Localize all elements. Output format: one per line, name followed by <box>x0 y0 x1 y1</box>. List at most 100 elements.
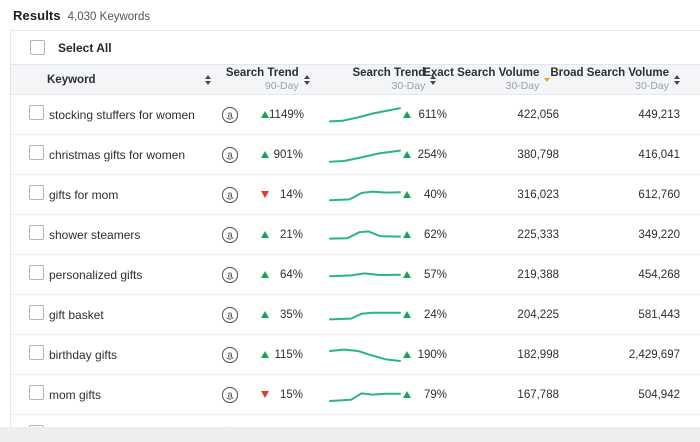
row-checkbox[interactable] <box>29 305 44 320</box>
row-checkbox-cell <box>11 265 49 285</box>
keyword-text: gifts for mom <box>49 188 118 202</box>
trend-arrow-icon <box>403 351 411 358</box>
column-header-search-trend-30[interactable]: Search Trend 30-Day <box>310 67 437 92</box>
column-sublabel: 90-Day <box>265 80 299 92</box>
column-header-keyword[interactable]: Keyword <box>11 74 211 86</box>
broad-search-volume-value: 449,213 <box>563 109 680 121</box>
search-trend-30-cell: 190% <box>399 349 451 361</box>
amazon-marketplace-icon[interactable]: a <box>207 146 253 164</box>
trend-sparkline <box>319 182 399 208</box>
column-header-search-trend-90[interactable]: Search Trend 90-Day <box>211 67 309 92</box>
row-checkbox[interactable] <box>29 385 44 400</box>
row-checkbox-cell <box>11 425 49 428</box>
trend-arrow-icon <box>261 111 269 118</box>
table-header-row: Keyword Search Trend 90-Day Search Trend… <box>11 65 700 95</box>
search-trend-30-cell: 79% <box>399 389 451 401</box>
amazon-marketplace-icon[interactable]: a <box>207 386 253 404</box>
search-trend-90-cell: 115% <box>253 349 319 361</box>
column-label: Search Trend <box>226 67 299 80</box>
trend-30-value: 190% <box>418 349 447 361</box>
row-checkbox[interactable] <box>29 265 44 280</box>
trend-30-value: 611% <box>418 109 447 121</box>
exact-search-volume-value: 225,333 <box>451 229 563 241</box>
row-checkbox[interactable] <box>29 425 44 428</box>
table-row: christmas gifts for women a 901% 254% 38… <box>11 135 700 175</box>
amazon-marketplace-icon[interactable]: a <box>207 346 253 364</box>
keyword-text: birthday gifts <box>49 348 117 362</box>
broad-search-volume-value: 581,443 <box>563 309 680 321</box>
trend-90-value: 901% <box>274 149 303 161</box>
results-count: 4,030 Keywords <box>68 11 150 23</box>
keyword-text: mom gifts <box>49 388 101 402</box>
svg-text:a: a <box>227 269 232 279</box>
svg-text:a: a <box>227 349 232 359</box>
trend-30-value: 79% <box>424 389 447 401</box>
exact-search-volume-value: 219,388 <box>451 269 563 281</box>
keyword-cell: gifts for mom <box>49 181 207 209</box>
results-page: Results 4,030 Keywords Select All Keywor… <box>0 0 700 427</box>
trend-arrow-icon <box>261 231 269 238</box>
row-checkbox[interactable] <box>29 185 44 200</box>
amazon-marketplace-icon[interactable]: a <box>207 106 253 124</box>
row-checkbox-cell <box>11 305 49 325</box>
keyword-text: shower steamers <box>49 228 140 242</box>
amazon-marketplace-icon[interactable]: a <box>207 306 253 324</box>
row-checkbox[interactable] <box>29 145 44 160</box>
row-checkbox[interactable] <box>29 345 44 360</box>
row-checkbox[interactable] <box>29 105 44 120</box>
keyword-cell: birthday gifts <box>49 341 207 369</box>
table-row: shower steamers a 21% 62% 225,333 349,22… <box>11 215 700 255</box>
trend-arrow-icon <box>403 111 411 118</box>
trend-30-value: 24% <box>424 309 447 321</box>
column-label: Search Trend <box>352 67 425 80</box>
trend-arrow-icon <box>403 231 411 238</box>
trend-arrow-icon <box>261 391 269 398</box>
broad-search-volume-value: 454,268 <box>563 269 680 281</box>
table-row: personalized gifts a 64% 57% 219,388 454… <box>11 255 700 295</box>
keyword-cell: gift basket <box>49 301 207 329</box>
amazon-marketplace-icon[interactable]: a <box>207 426 253 428</box>
column-label: Broad Search Volume <box>550 67 669 80</box>
keyword-cell: best friend birthday <box>49 421 207 428</box>
amazon-marketplace-icon[interactable]: a <box>207 226 253 244</box>
column-header-broad-search-volume[interactable]: Broad Search Volume 30-Day <box>550 67 680 92</box>
amazon-marketplace-icon[interactable]: a <box>207 266 253 284</box>
search-trend-90-cell: 901% <box>253 149 319 161</box>
search-trend-30-cell: 40% <box>399 189 451 201</box>
column-header-exact-search-volume[interactable]: Exact Search Volume 30-Day <box>436 67 550 92</box>
trend-sparkline <box>319 222 399 248</box>
keyword-text: christmas gifts for women <box>49 148 185 162</box>
exact-search-volume-value: 204,225 <box>451 309 563 321</box>
trend-90-value: 15% <box>280 389 303 401</box>
column-label: Exact Search Volume <box>423 67 539 80</box>
trend-90-value: 115% <box>274 349 303 361</box>
amazon-marketplace-icon[interactable]: a <box>207 186 253 204</box>
select-all-bar: Select All <box>11 31 700 65</box>
table-row: gift basket a 35% 24% 204,225 581,443 <box>11 295 700 335</box>
select-all-checkbox[interactable] <box>30 40 45 55</box>
trend-sparkline <box>319 382 399 408</box>
search-trend-30-cell: 254% <box>399 149 451 161</box>
search-trend-90-cell: 64% <box>253 269 319 281</box>
trend-30-value: 62% <box>424 229 447 241</box>
broad-search-volume-value: 504,942 <box>563 389 680 401</box>
search-trend-90-cell: 21% <box>253 229 319 241</box>
search-trend-90-cell: 15% <box>253 389 319 401</box>
trend-30-value: 254% <box>418 149 447 161</box>
row-checkbox-cell <box>11 105 49 125</box>
keyword-cell: shower steamers <box>49 221 207 249</box>
row-checkbox[interactable] <box>29 225 44 240</box>
search-trend-90-cell: 1149% <box>253 109 319 121</box>
sort-icon[interactable] <box>674 75 680 85</box>
broad-search-volume-value: 416,041 <box>563 149 680 161</box>
trend-arrow-icon <box>261 311 269 318</box>
trend-sparkline <box>319 102 399 128</box>
trend-arrow-icon <box>261 271 269 278</box>
keyword-cell: stocking stuffers for women <box>49 101 207 129</box>
trend-90-value: 35% <box>280 309 303 321</box>
trend-arrow-icon <box>403 271 411 278</box>
results-table-container: Select All Keyword Search Trend 90-Day S… <box>10 30 700 427</box>
row-checkbox-cell <box>11 345 49 365</box>
trend-30-value: 40% <box>424 189 447 201</box>
trend-arrow-icon <box>403 311 411 318</box>
